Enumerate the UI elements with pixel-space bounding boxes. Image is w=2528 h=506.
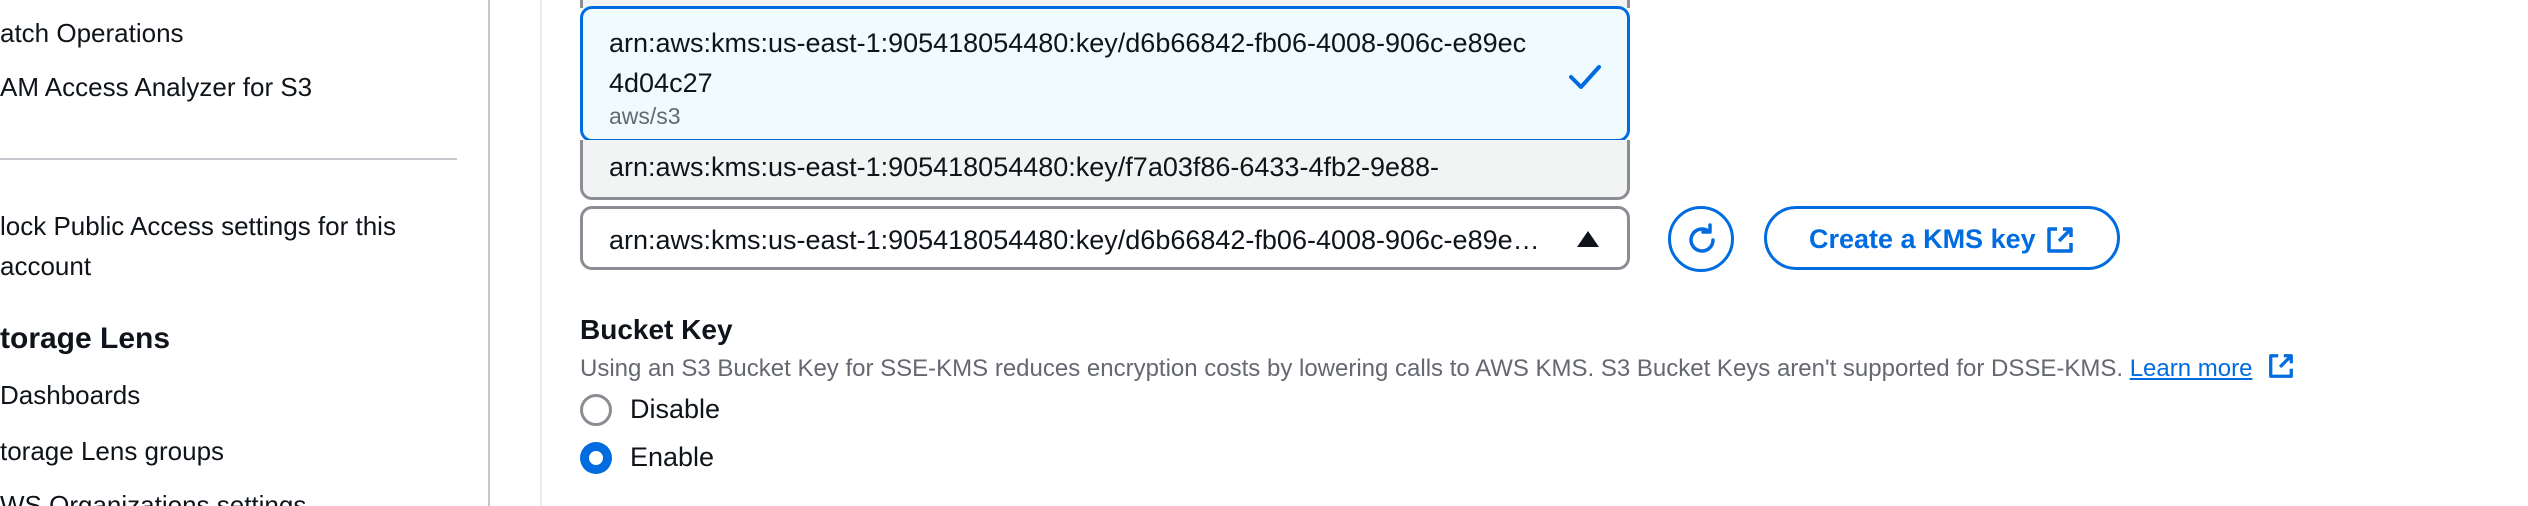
bucket-key-enable-radio[interactable]: Enable <box>580 438 980 478</box>
radio-circle-checked[interactable] <box>580 442 612 474</box>
sidebar-section-storage-lens: torage Lens <box>0 322 171 355</box>
bucket-key-disable-radio[interactable]: Disable <box>580 390 980 430</box>
create-kms-key-label: Create a KMS key <box>1809 224 2036 254</box>
create-kms-key-button[interactable]: Create a KMS key <box>1764 206 2120 270</box>
kms-key-option-arn: arn:aws:kms:us-east-1:905418054480:key/d… <box>609 28 1527 98</box>
check-icon <box>1569 65 1601 89</box>
radio-label: Disable <box>630 394 721 424</box>
sidebar-item-iam-access-analyzer[interactable]: AM Access Analyzer for S3 <box>0 72 312 103</box>
bucket-key-description: Using an S3 Bucket Key for SSE-KMS reduc… <box>580 352 2295 383</box>
external-link-icon <box>2047 227 2073 253</box>
kms-key-select-value: arn:aws:kms:us-east-1:905418054480:key/d… <box>609 225 1544 255</box>
bucket-key-description-text: Using an S3 Bucket Key for SSE-KMS reduc… <box>580 355 2124 382</box>
caret-up-icon <box>1577 231 1599 247</box>
bucket-key-title: Bucket Key <box>580 314 733 345</box>
kms-key-option-arn: arn:aws:kms:us-east-1:905418054480:key/f… <box>609 152 1440 182</box>
kms-key-dropdown-list: arn:aws:kms:us-east-1:905418054480:key/d… <box>580 0 1630 200</box>
sidebar-item-batch-operations[interactable]: atch Operations <box>0 18 184 49</box>
sidebar-item-organizations-settings[interactable]: WS Organizations settings <box>0 490 306 506</box>
sidebar-item-storage-lens-groups[interactable]: torage Lens groups <box>0 436 224 467</box>
radio-label: Enable <box>630 442 715 472</box>
kms-key-option-selected[interactable]: arn:aws:kms:us-east-1:905418054480:key/d… <box>580 6 1630 142</box>
refresh-button[interactable] <box>1668 206 1734 272</box>
sidebar-item-dashboards[interactable]: Dashboards <box>0 380 140 411</box>
sidebar: atch Operations AM Access Analyzer for S… <box>0 0 490 506</box>
radio-circle[interactable] <box>580 394 612 426</box>
refresh-icon <box>1689 223 1715 253</box>
kms-key-select[interactable]: arn:aws:kms:us-east-1:905418054480:key/d… <box>580 206 1630 270</box>
kms-key-option[interactable]: arn:aws:kms:us-east-1:905418054480:key/f… <box>580 140 1630 200</box>
learn-more-link[interactable]: Learn more <box>2130 355 2253 382</box>
external-link-icon[interactable] <box>2267 352 2295 380</box>
kms-key-option-alias: aws/s3 <box>609 103 681 129</box>
sidebar-divider <box>0 158 457 160</box>
sidebar-item-block-public-access[interactable]: lock Public Access settings for this acc… <box>0 206 450 286</box>
